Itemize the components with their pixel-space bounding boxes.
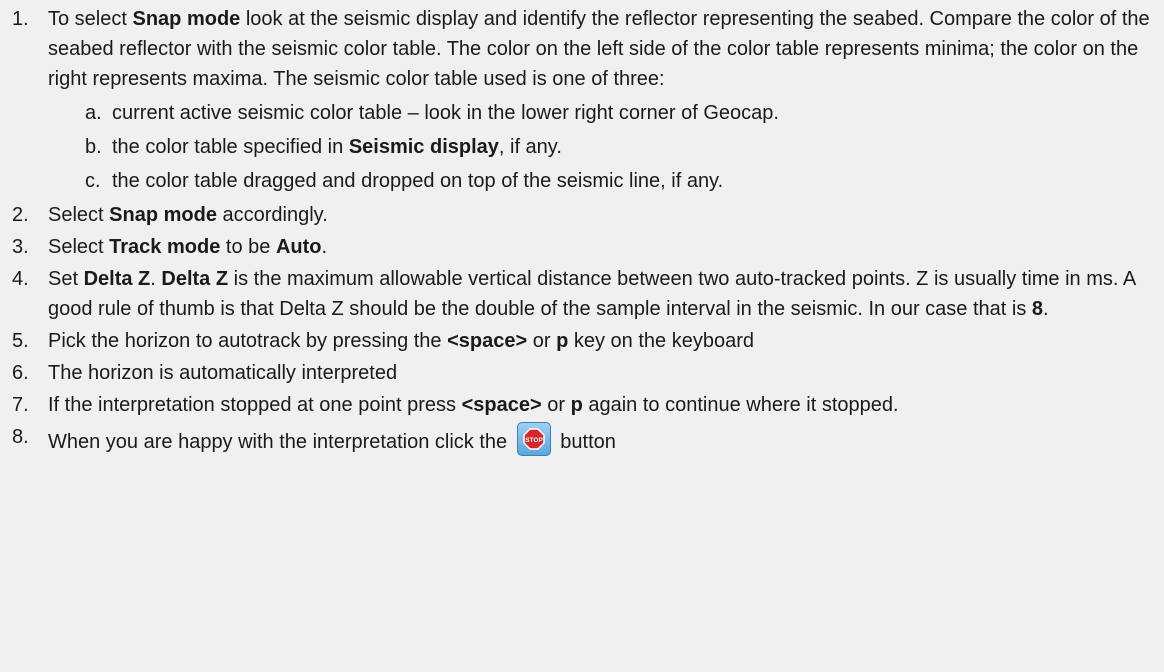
bold-term: Snap mode	[109, 204, 217, 226]
stop-sign-icon: STOP	[522, 428, 545, 450]
step-number: 2.	[12, 204, 29, 226]
steps-list: 1. To select Snap mode look at the seismi…	[0, 4, 1164, 420]
step-number: 7.	[12, 394, 29, 416]
bold-term: Delta Z	[83, 268, 151, 290]
text-run: current active seismic color table – loo…	[112, 102, 779, 124]
step-number: 4.	[12, 268, 29, 290]
text-run: the color table dragged and dropped on t…	[112, 170, 724, 192]
step-8-text-before: When you are happy with the interpretati…	[48, 431, 513, 453]
sub-item-letter: c.	[85, 170, 101, 192]
step-number: 6.	[12, 362, 29, 384]
step-1: 1. To select Snap mode look at the seismi…	[0, 4, 1164, 196]
bold-term: Delta Z	[161, 268, 229, 290]
step-8: 8. When you are happy with the interpreta…	[0, 422, 1164, 457]
step-5: 5. Pick the horizon to autotrack by press…	[0, 326, 1164, 356]
text-run: Select	[48, 236, 110, 258]
step-number: 1.	[12, 8, 29, 30]
text-run: again to continue where it stopped.	[582, 394, 899, 416]
text-run: .	[150, 268, 162, 290]
text-run: .	[321, 236, 328, 258]
text-run: To select	[48, 8, 133, 30]
sub-item: c. the color table dragged and dropped on…	[48, 166, 1164, 196]
step-number: 5.	[12, 330, 29, 352]
bold-term: 8	[1031, 298, 1044, 320]
text-run: to be	[220, 236, 276, 258]
bold-term: Track mode	[109, 236, 221, 258]
text-run: the color table specified in	[112, 136, 349, 158]
bold-term: p	[556, 330, 569, 352]
text-run: or	[527, 330, 557, 352]
text-run: Set	[48, 268, 84, 290]
bold-term: <space>	[461, 394, 542, 416]
step-4: 4. Set Delta Z. Delta Z is the maximum al…	[0, 264, 1164, 324]
text-run: or	[541, 394, 571, 416]
sub-item: a. current active seismic color table – l…	[48, 98, 1164, 128]
sub-list: a. current active seismic color table – l…	[48, 98, 1164, 196]
step-8-text-after: button	[554, 431, 616, 453]
sub-item: b. the color table specified in Seismic d…	[48, 132, 1164, 162]
step-2: 2. Select Snap mode accordingly.	[0, 200, 1164, 230]
bold-term: Seismic display	[348, 136, 499, 158]
step-6: 6. The horizon is automatically interpret…	[0, 358, 1164, 388]
step-3: 3. Select Track mode to be Auto.	[0, 232, 1164, 262]
text-run: accordingly.	[216, 204, 328, 226]
text-run: If the interpretation stopped at one poi…	[48, 394, 462, 416]
text-run: , if any.	[498, 136, 562, 158]
text-run: .	[1043, 298, 1049, 320]
step-number: 8.	[12, 426, 29, 448]
text-run: The horizon is automatically interpreted	[48, 362, 398, 384]
text-run: Select	[48, 204, 110, 226]
bold-term: Snap mode	[132, 8, 241, 30]
stop-button-icon: STOP	[516, 422, 551, 456]
text-run: Pick the horizon to autotrack by pressin…	[48, 330, 448, 352]
bold-term: p	[570, 394, 583, 416]
instructions-document: 1. To select Snap mode look at the seismi…	[0, 0, 1164, 457]
step-number: 3.	[12, 236, 29, 258]
sub-item-letter: b.	[85, 136, 102, 158]
step-7: 7. If the interpretation stopped at one p…	[0, 390, 1164, 420]
stop-icon-label: STOP	[525, 437, 543, 444]
text-run: key on the keyboard	[568, 330, 754, 352]
bold-term: <space>	[447, 330, 528, 352]
sub-item-letter: a.	[85, 102, 102, 124]
bold-term: Auto	[275, 236, 322, 258]
